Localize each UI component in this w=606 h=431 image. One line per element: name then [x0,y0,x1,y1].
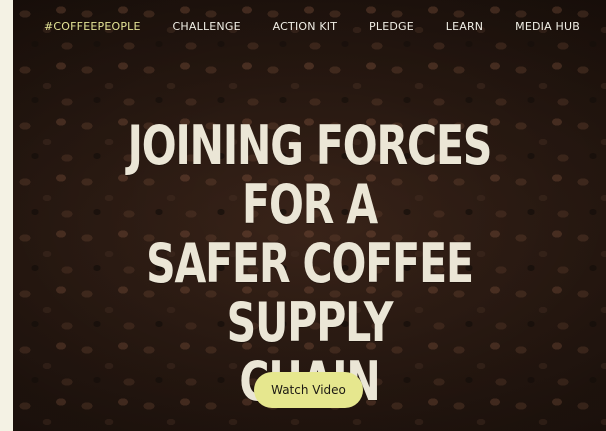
page: #COFFEEPEOPLE CHALLENGE ACTION KIT PLEDG… [0,0,606,431]
nav-item-media-hub[interactable]: MEDIA HUB [515,20,580,33]
main-nav: #COFFEEPEOPLE CHALLENGE ACTION KIT PLEDG… [44,20,580,33]
headline-line: SAFER COFFEE SUPPLY [146,232,474,354]
nav-item-coffeepeople[interactable]: #COFFEEPEOPLE [44,20,141,33]
hero-section: #COFFEEPEOPLE CHALLENGE ACTION KIT PLEDG… [13,0,606,431]
nav-item-action-kit[interactable]: ACTION KIT [273,20,338,33]
headline-line: JOINING FORCES FOR A [127,114,493,236]
nav-item-pledge[interactable]: PLEDGE [369,20,414,33]
hero-headline: JOINING FORCES FOR A SAFER COFFEE SUPPLY… [84,116,535,411]
nav-item-learn[interactable]: LEARN [446,20,483,33]
watch-video-button[interactable]: Watch Video [254,372,363,408]
nav-item-challenge[interactable]: CHALLENGE [173,20,241,33]
